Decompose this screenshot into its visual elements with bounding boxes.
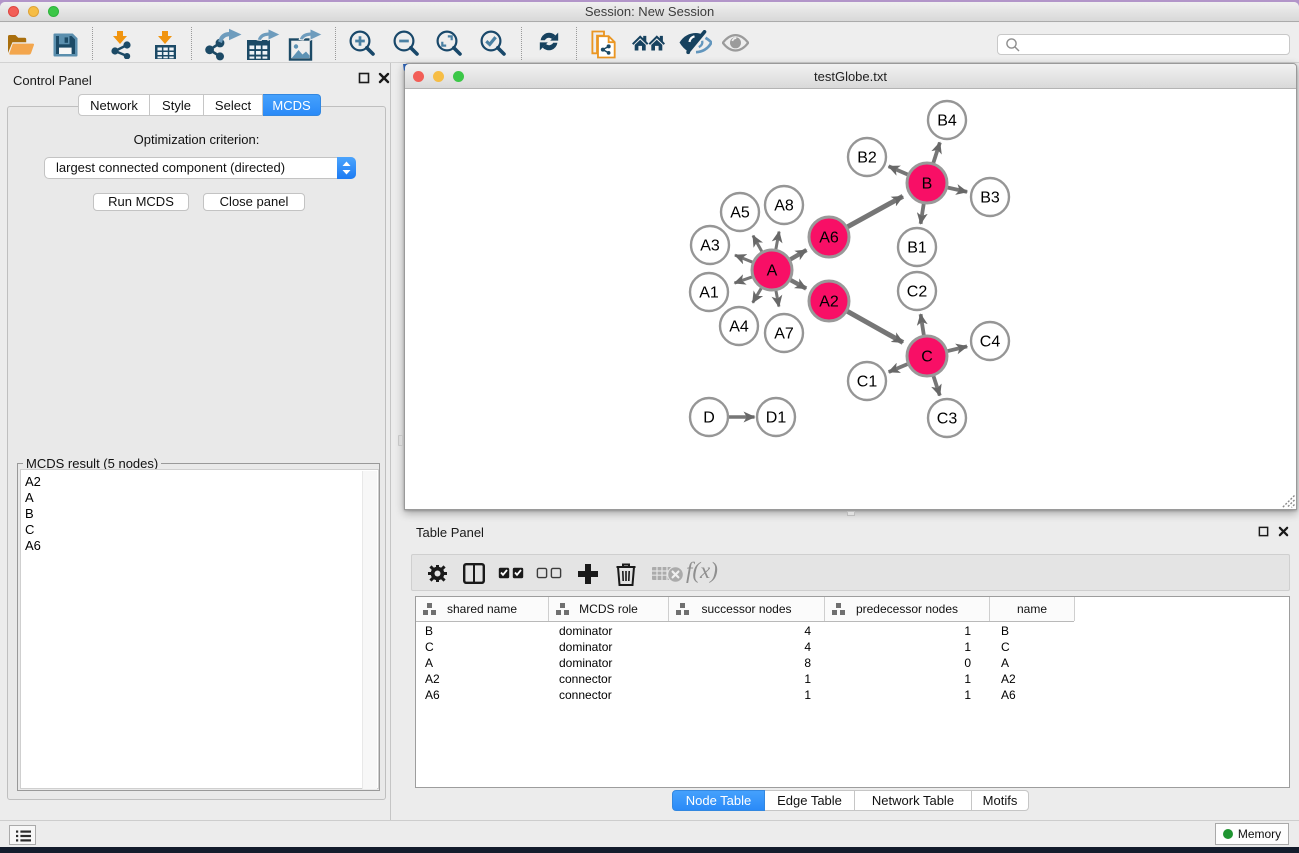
- svg-text:B3: B3: [980, 190, 1000, 207]
- svg-text:A4: A4: [729, 319, 749, 336]
- svg-text:B1: B1: [907, 240, 927, 257]
- svg-text:C4: C4: [980, 334, 1001, 351]
- svg-text:B: B: [922, 176, 933, 193]
- svg-text:A: A: [767, 263, 778, 280]
- svg-text:D1: D1: [766, 410, 787, 427]
- svg-text:A5: A5: [730, 205, 750, 222]
- svg-text:C: C: [921, 349, 933, 366]
- svg-text:D: D: [703, 410, 715, 427]
- svg-text:C1: C1: [857, 374, 878, 391]
- svg-text:B4: B4: [937, 113, 957, 130]
- svg-text:A3: A3: [700, 238, 720, 255]
- svg-text:A2: A2: [819, 294, 839, 311]
- svg-text:C3: C3: [937, 411, 958, 428]
- svg-text:B2: B2: [857, 150, 877, 167]
- svg-text:A7: A7: [774, 326, 794, 343]
- svg-text:A1: A1: [699, 285, 719, 302]
- svg-text:A6: A6: [819, 230, 839, 247]
- svg-text:C2: C2: [907, 284, 928, 301]
- svg-text:A8: A8: [774, 198, 794, 215]
